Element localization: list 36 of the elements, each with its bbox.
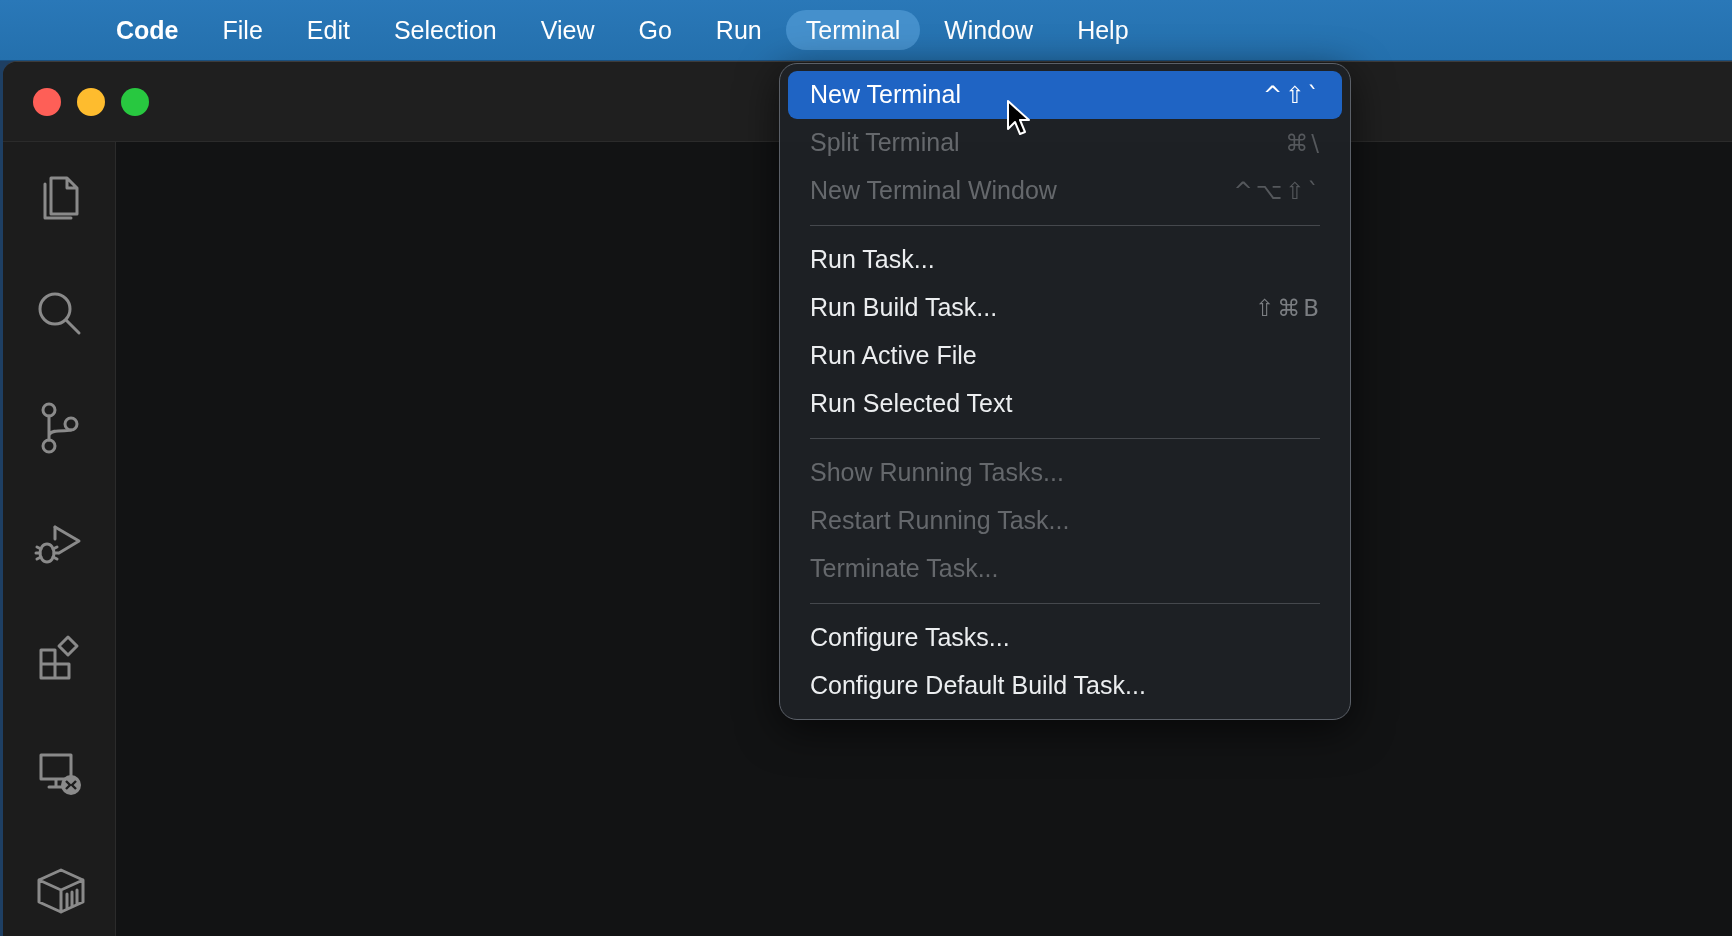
menu-item[interactable]: Configure Default Build Task... (788, 662, 1342, 710)
menu-item-label: Configure Default Build Task... (810, 670, 1146, 702)
menu-item-label: Run Selected Text (810, 388, 1013, 420)
zoom-button[interactable] (121, 87, 149, 116)
menu-bar-item[interactable]: Run (695, 9, 782, 51)
menu-bar-item[interactable]: Selection (373, 9, 517, 51)
menu-item[interactable]: Run Active File (788, 332, 1342, 380)
menu-item-label: New Terminal Window (810, 175, 1057, 207)
menu-bar-item[interactable]: File (202, 9, 283, 51)
shortcut-text: ^⇧` (1262, 80, 1322, 110)
menu-item[interactable]: Run Build Task... ⇧⌘B (788, 284, 1342, 332)
shortcut-text: ^⌥⇧` (1233, 176, 1322, 206)
menu-item-label: Terminate Task... (810, 553, 999, 585)
menu-bar-item[interactable]: Help (1057, 9, 1149, 51)
menu-item-label: Split Terminal (810, 127, 960, 159)
menu-item[interactable]: Run Selected Text (788, 380, 1342, 428)
shortcut-text: ⌘\ (1285, 128, 1322, 158)
menu-item-label: Run Active File (810, 340, 977, 372)
menu-item-label: Restart Running Task... (810, 505, 1070, 537)
menu-item-label: Run Task... (810, 244, 935, 276)
menu-bar-item[interactable]: Edit (286, 9, 370, 51)
menu-item[interactable]: Configure Tasks... (788, 614, 1342, 662)
close-button[interactable] (33, 87, 61, 116)
menu-bar-item[interactable]: Terminal (785, 9, 921, 51)
menu-bar-item[interactable]: Go (618, 9, 692, 51)
menu-item-label: Show Running Tasks... (810, 457, 1064, 489)
menu-bar-item[interactable]: View (520, 9, 615, 51)
menu-item-label: Run Build Task... (810, 292, 998, 324)
menu-bar-item[interactable]: Window (924, 9, 1054, 51)
app-menu[interactable]: Code (96, 9, 199, 51)
menu-item[interactable]: Run Task... (788, 236, 1342, 284)
minimize-button[interactable] (77, 87, 105, 116)
shortcut-text: ⇧⌘B (1254, 293, 1322, 323)
menu-item-label: New Terminal (810, 79, 961, 111)
cursor-icon (1006, 99, 1030, 137)
menu-item-label: Configure Tasks... (810, 622, 1010, 654)
